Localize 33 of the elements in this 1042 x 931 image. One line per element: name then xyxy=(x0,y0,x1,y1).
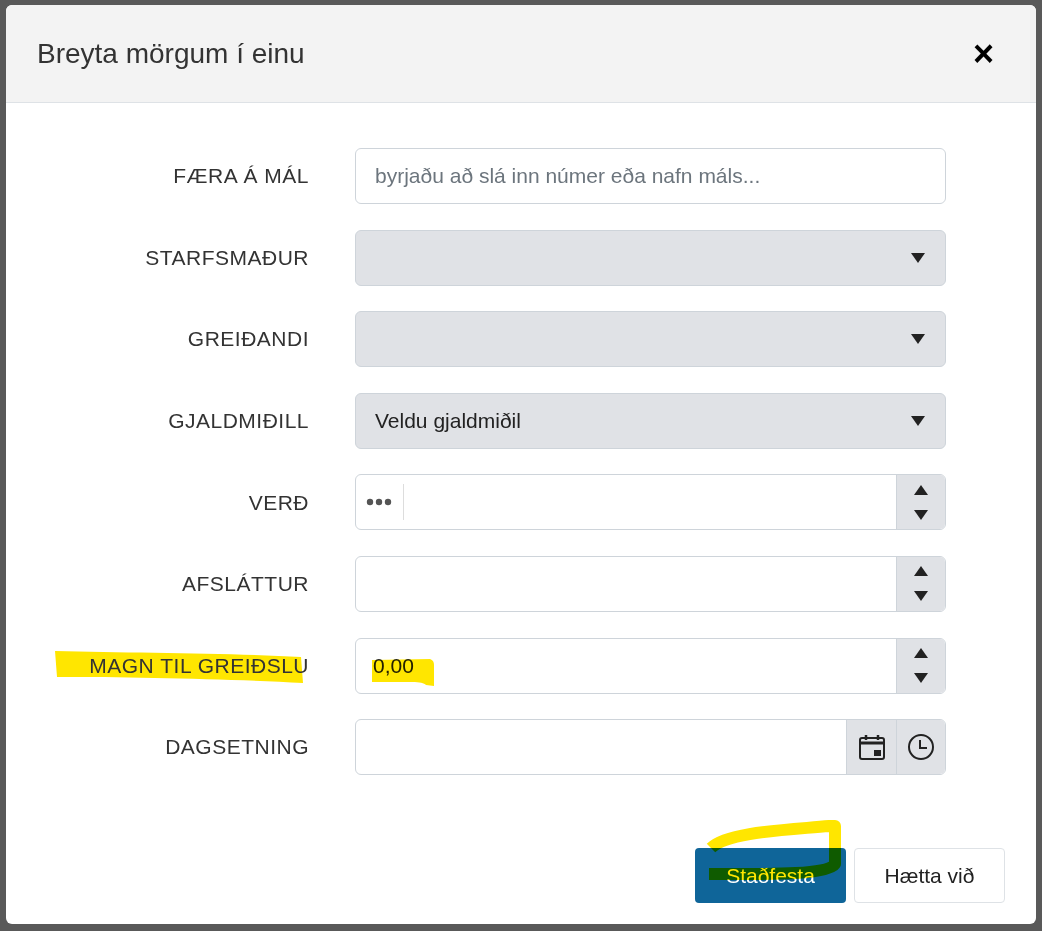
caret-icon xyxy=(910,251,926,264)
down-arrow-icon xyxy=(913,590,929,603)
down-arrow-icon xyxy=(913,672,929,685)
text-field[interactable]: byrjaðu að slá inn númer eða nafn máls... xyxy=(355,148,946,204)
close-button[interactable]: × xyxy=(972,35,994,72)
calendar-button[interactable] xyxy=(846,720,896,775)
time-button[interactable] xyxy=(896,720,945,775)
dropdown[interactable]: Veldu gjaldmiðil xyxy=(355,392,946,449)
spin-buttons[interactable] xyxy=(896,638,945,693)
calendar-icon xyxy=(857,733,886,762)
up-arrow-icon xyxy=(913,647,929,660)
clock-icon xyxy=(907,733,935,762)
field-label: DAGSETNING xyxy=(165,734,309,761)
cancel-button[interactable]: Hætta við xyxy=(854,848,1005,904)
date-field[interactable] xyxy=(355,719,946,776)
field-label: FÆRA Á MÁL xyxy=(173,163,309,190)
more-icon[interactable] xyxy=(366,498,392,507)
dialog-title: Breyta mörgum í einu xyxy=(37,36,305,71)
number-field[interactable]: 0,00 xyxy=(355,637,946,694)
field-label: GJALDMIÐILL xyxy=(168,408,309,435)
number-field[interactable] xyxy=(355,555,946,612)
caret-icon xyxy=(910,414,926,427)
up-arrow-icon xyxy=(913,483,929,496)
spin-buttons[interactable] xyxy=(896,475,945,530)
field-label: AFSLÁTTUR xyxy=(182,571,309,598)
field-label: STARFSMAÐUR xyxy=(145,244,309,271)
up-arrow-icon xyxy=(913,565,929,578)
caret-icon xyxy=(910,333,926,346)
number-field[interactable] xyxy=(355,474,946,531)
field-label: GREIÐANDI xyxy=(187,326,309,353)
spin-buttons[interactable] xyxy=(896,556,945,611)
down-arrow-icon xyxy=(913,508,929,521)
field-label: VERÐ xyxy=(248,489,309,516)
